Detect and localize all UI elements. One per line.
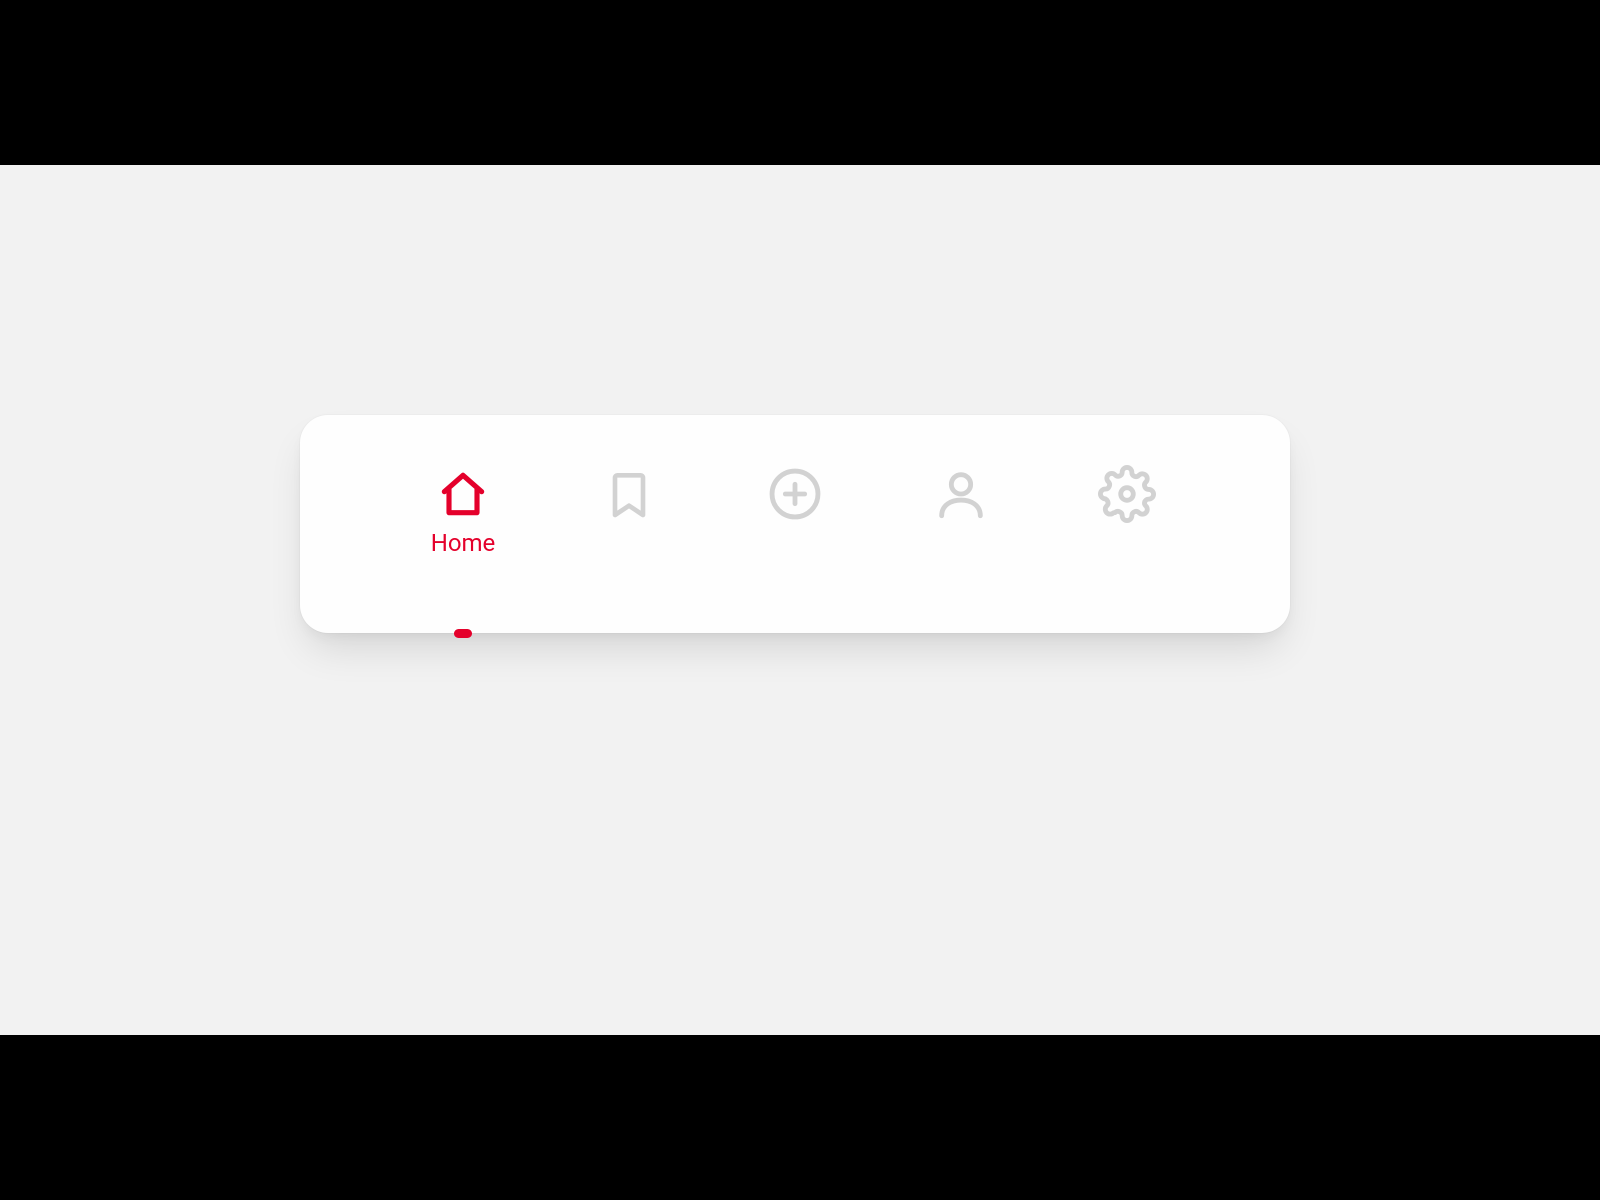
bookmark-icon [600,465,658,523]
nav-item-bookmarks[interactable]: Bookmarks [546,465,712,633]
nav-item-profile[interactable]: Profile [878,465,1044,633]
nav-item-home[interactable]: Home [380,465,546,633]
active-indicator [454,629,472,638]
nav-item-settings[interactable]: Settings [1044,465,1210,633]
plus-circle-icon [766,465,824,523]
nav-label-home: Home [431,529,496,557]
home-icon [434,465,492,523]
stage: Home Bookmarks Add [0,165,1600,1035]
bottom-nav: Home Bookmarks Add [300,415,1290,633]
nav-item-add[interactable]: Add [712,465,878,633]
user-icon [932,465,990,523]
gear-icon [1098,465,1156,523]
